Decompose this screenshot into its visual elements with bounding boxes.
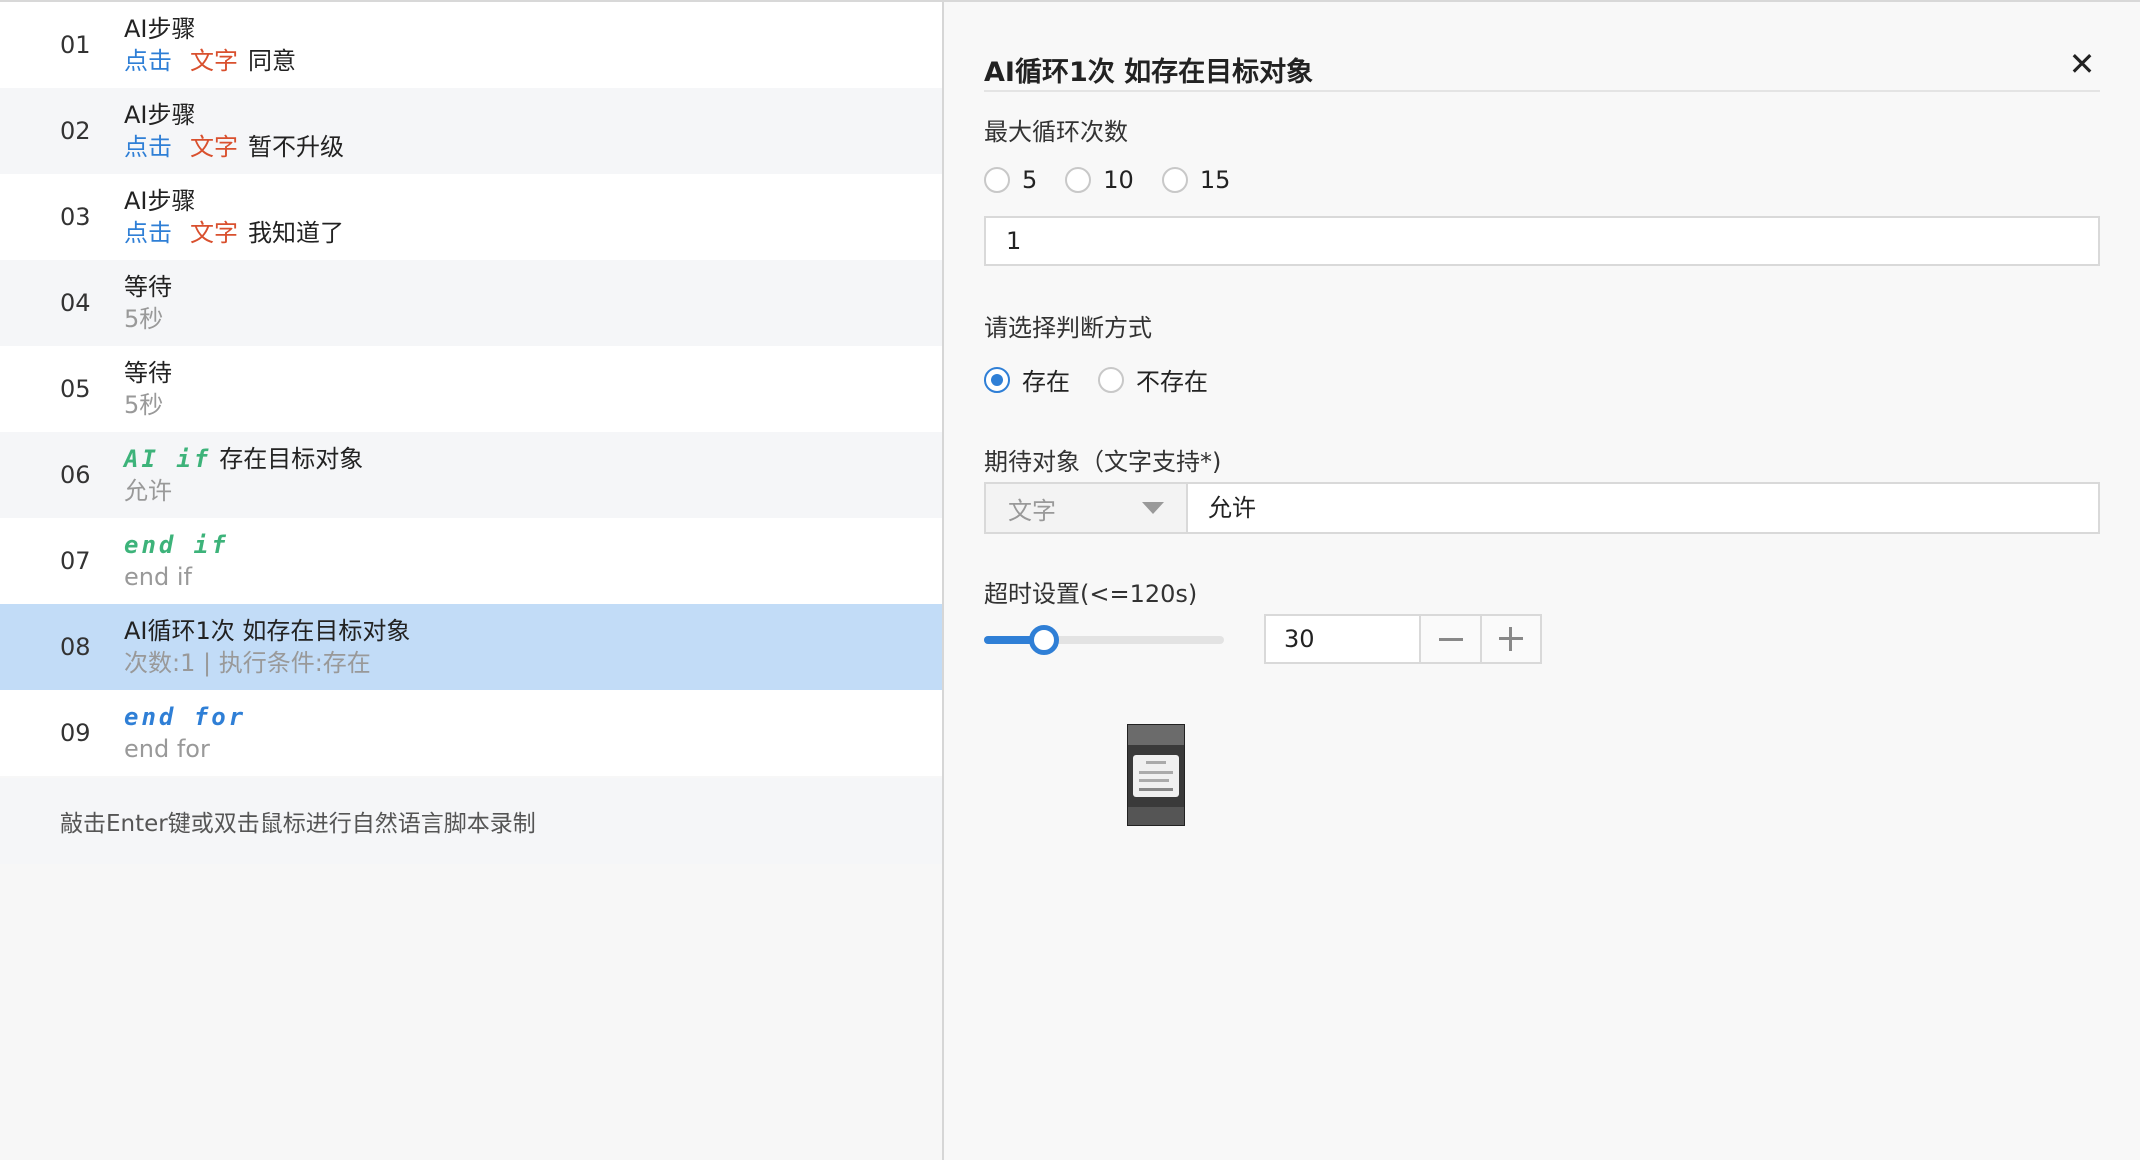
minus-icon — [1438, 637, 1463, 641]
timeout-label: 超时设置(<=120s) — [984, 580, 1198, 608]
timeout-input[interactable]: 30 — [1266, 616, 1421, 662]
loop-count-radio-group: 5 10 15 — [984, 166, 1258, 194]
expect-object-label: 期待对象（文字支持*) — [984, 448, 1222, 476]
step-number: 09 — [60, 719, 91, 747]
step-keyword: end for — [124, 703, 247, 731]
step-target: 我知道了 — [248, 219, 344, 247]
caret-down-icon — [1142, 502, 1164, 514]
step-number: 08 — [60, 633, 91, 661]
loop-option-10[interactable]: 10 — [1065, 166, 1134, 194]
step-action: 点击 — [124, 47, 172, 75]
radio-label: 存在 — [1022, 368, 1070, 396]
panel-title: AI循环1次 如存在目标对象 — [984, 57, 1314, 88]
judge-option-exists[interactable]: 存在 — [984, 362, 1070, 397]
step-target: 暂不升级 — [248, 133, 344, 161]
step-number: 07 — [60, 547, 91, 575]
judge-mode-radio-group: 存在 不存在 — [984, 362, 1236, 397]
step-title: AI循环1次 如存在目标对象 — [124, 617, 411, 645]
thumb-line — [1146, 761, 1166, 764]
step-number: 04 — [60, 289, 91, 317]
step-row-selected[interactable]: 08 AI循环1次 如存在目标对象 次数:1 | 执行条件:存在 — [0, 604, 942, 690]
step-row[interactable]: 07 end if end if — [0, 518, 942, 604]
slider-handle[interactable] — [1029, 625, 1059, 655]
step-title: 等待 — [124, 273, 172, 301]
record-hint[interactable]: 敲击Enter键或双击鼠标进行自然语言脚本录制 — [0, 778, 942, 864]
step-number: 03 — [60, 203, 91, 231]
step-title: AI步骤 — [124, 15, 196, 43]
radio-circle-icon — [1065, 167, 1092, 193]
loop-option-15[interactable]: 15 — [1161, 166, 1231, 194]
step-subtitle: 允许 — [124, 477, 172, 505]
step-target-type: 文字 — [190, 47, 238, 75]
radio-label: 10 — [1103, 166, 1134, 194]
thumb-bottom-bar — [1128, 807, 1184, 825]
thumb-line — [1139, 788, 1173, 791]
step-row[interactable]: 09 end for end for — [0, 690, 942, 776]
expect-type-select[interactable]: 文字 — [984, 482, 1188, 534]
step-keyword: AI if — [124, 445, 212, 473]
step-target-type: 文字 — [190, 219, 238, 247]
title-divider — [984, 90, 2100, 92]
app-window: 01 AI步骤 点击 文字 同意 02 AI步骤 点击 文字 暂不升级 03 AI步骤 — [0, 0, 2140, 1160]
timeout-stepper: 30 — [1264, 614, 1542, 664]
step-target-type: 文字 — [190, 133, 238, 161]
thumb-top-bar — [1128, 725, 1184, 745]
loop-option-5[interactable]: 5 — [984, 166, 1037, 194]
step-title: AI步骤 — [124, 187, 196, 215]
step-row[interactable]: 01 AI步骤 点击 文字 同意 — [0, 2, 942, 88]
step-number: 01 — [60, 31, 91, 59]
step-title: 等待 — [124, 359, 172, 387]
step-keyword: end if — [124, 531, 229, 559]
radio-circle-icon — [1098, 366, 1124, 393]
radio-circle-icon — [1161, 167, 1188, 193]
step-target: 同意 — [248, 47, 296, 75]
radio-checked-icon — [984, 366, 1010, 393]
step-row[interactable]: 05 等待 5秒 — [0, 346, 942, 432]
step-subtitle: 5秒 — [124, 391, 164, 419]
step-subtitle: end for — [124, 735, 210, 763]
judge-mode-label: 请选择判断方式 — [984, 314, 1152, 342]
step-subtitle: 5秒 — [124, 305, 164, 333]
step-row[interactable]: 02 AI步骤 点击 文字 暂不升级 — [0, 88, 942, 174]
loop-count-input[interactable]: 1 — [984, 216, 2100, 266]
close-button[interactable]: ✕ — [2064, 46, 2100, 82]
step-action: 点击 — [124, 133, 172, 161]
max-loop-label: 最大循环次数 — [984, 118, 1128, 146]
thumb-line — [1139, 771, 1173, 774]
expect-object-input[interactable]: 允许 — [1186, 482, 2100, 534]
radio-label: 15 — [1199, 166, 1231, 194]
step-number: 05 — [60, 375, 91, 403]
step-row[interactable]: 06 AI if 存在目标对象 允许 — [0, 432, 942, 518]
decrement-button[interactable] — [1420, 616, 1481, 662]
step-action: 点击 — [124, 219, 172, 247]
radio-label: 不存在 — [1136, 368, 1208, 396]
step-subtitle: 次数:1 | 执行条件:存在 — [124, 649, 371, 677]
step-title: AI步骤 — [124, 101, 196, 129]
increment-button[interactable] — [1480, 616, 1540, 662]
script-step-list: 01 AI步骤 点击 文字 同意 02 AI步骤 点击 文字 暂不升级 03 AI步骤 — [0, 2, 942, 1160]
radio-circle-icon — [984, 167, 1010, 193]
plus-icon — [1499, 627, 1524, 651]
step-row[interactable]: 03 AI步骤 点击 文字 我知道了 — [0, 174, 942, 260]
step-subtitle: end if — [124, 563, 192, 591]
step-number: 06 — [60, 461, 91, 489]
select-value: 文字 — [1008, 496, 1056, 525]
radio-label: 5 — [1022, 166, 1038, 194]
timeout-slider[interactable] — [984, 625, 1224, 655]
step-property-panel: AI循环1次 如存在目标对象 ✕ 最大循环次数 5 10 15 1 请选择判断方… — [944, 2, 2140, 1160]
thumb-line — [1139, 779, 1169, 782]
judge-option-not-exists[interactable]: 不存在 — [1098, 362, 1208, 397]
thumb-dialog — [1133, 755, 1179, 797]
step-row[interactable]: 04 等待 5秒 — [0, 260, 942, 346]
target-screenshot-thumbnail[interactable] — [1127, 724, 1185, 826]
step-title: 存在目标对象 — [219, 445, 364, 473]
step-number: 02 — [60, 117, 91, 145]
